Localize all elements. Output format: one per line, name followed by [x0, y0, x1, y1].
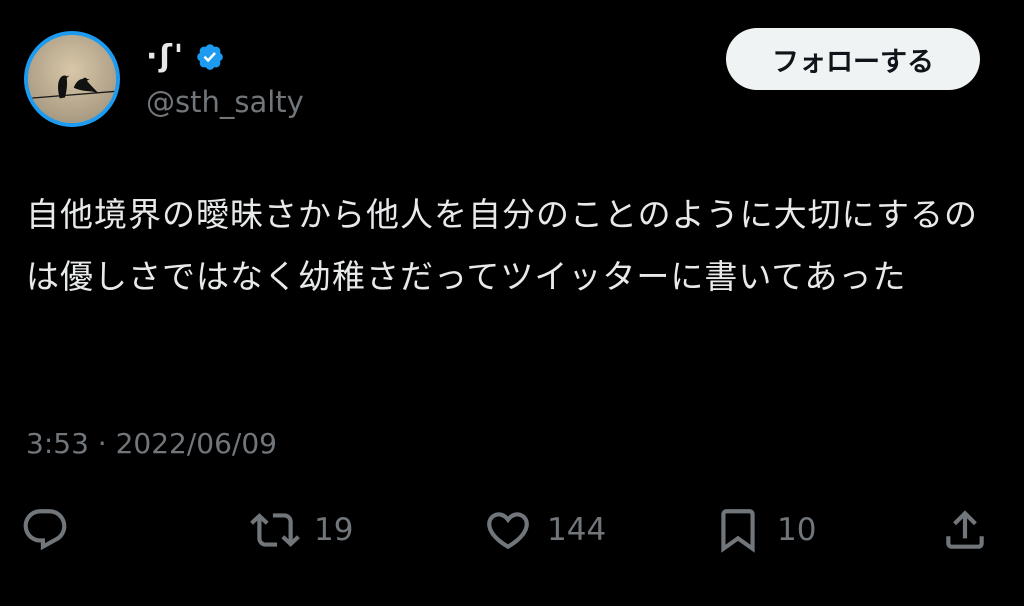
display-name[interactable]: ·ʃ': [146, 38, 185, 76]
avatar[interactable]: [24, 31, 120, 127]
retweet-count: 19: [314, 512, 354, 548]
verified-badge-icon: [195, 42, 225, 72]
like-icon: [487, 512, 529, 550]
retweet-button[interactable]: 19: [250, 495, 353, 565]
follow-button[interactable]: フォローする: [726, 28, 980, 90]
reply-button[interactable]: [20, 495, 70, 565]
avatar-crows-image: [28, 35, 116, 123]
bookmark-count: 10: [777, 512, 817, 548]
like-count: 144: [547, 512, 607, 548]
tweet-timestamp[interactable]: 3:53 · 2022/06/09: [26, 424, 277, 464]
tweet-action-bar: 19 144 10: [0, 495, 1024, 565]
tweet-text: 自他境界の曖昧さから他人を自分のことのように大切にするのは優しさではなく幼稚さだ…: [26, 195, 978, 296]
retweet-icon: [250, 513, 300, 547]
reply-icon: [23, 509, 67, 551]
user-name-row: ·ʃ': [146, 38, 225, 76]
bookmark-icon: [721, 509, 755, 553]
share-icon: [946, 510, 984, 549]
share-button[interactable]: [940, 495, 990, 565]
user-handle[interactable]: @sth_salty: [146, 84, 304, 120]
bookmark-button[interactable]: 10: [713, 495, 816, 565]
like-button[interactable]: 144: [483, 495, 606, 565]
